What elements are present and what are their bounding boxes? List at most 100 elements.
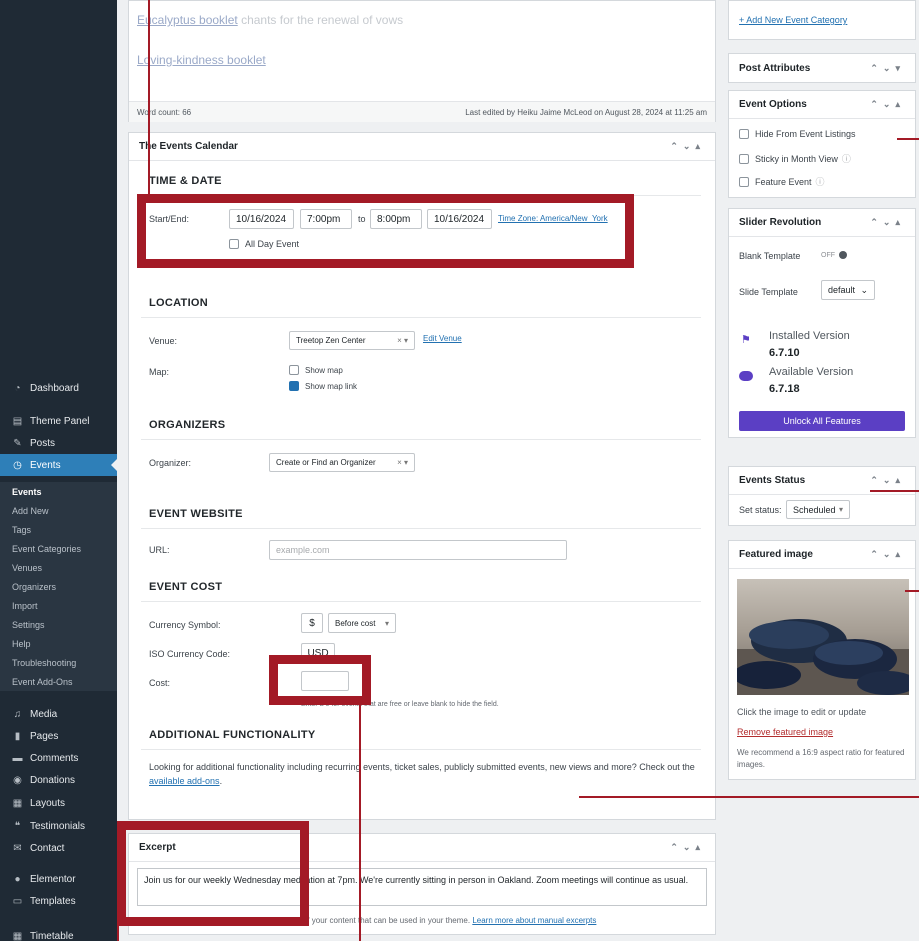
slide-template-select[interactable]: default ⌄ [821,280,875,300]
sidebar-item-pages[interactable]: ▮ Pages [0,725,117,747]
currency-symbol-label: Currency Symbol: [149,620,221,630]
help-icon[interactable]: ⓘ [842,152,851,165]
time-date-heading: TIME & DATE [149,175,222,187]
sidebar-item-comments[interactable]: ▬ Comments [0,747,117,769]
submenu-event-add-ons[interactable]: Event Add-Ons [0,672,117,691]
box-controls[interactable]: ⌃⌄▴ [870,475,905,486]
sidebar-item-timetable[interactable]: ▦ Timetable [0,925,117,941]
submenu-organizers[interactable]: Organizers [0,577,117,596]
dashboard-icon: ◔ [14,382,21,394]
unlock-features-button[interactable]: Unlock All Features [739,411,905,431]
toggle-knob [839,251,847,259]
currency-position-select[interactable]: Before cost ▾ [328,613,396,633]
annotation-box-time-date [137,194,634,268]
box-controls[interactable]: ⌃⌄▾ [870,63,905,74]
hide-from-listings-checkbox[interactable]: Hide From Event Listings [739,129,856,139]
sidebar-item-testimonials[interactable]: ❝ Testimonials [0,815,117,837]
sidebar-item-posts[interactable]: ✎ Posts [0,432,117,454]
sidebar-item-templates[interactable]: ▭ Templates [0,890,117,912]
submenu-help[interactable]: Help [0,634,117,653]
edit-venue-link[interactable]: Edit Venue [423,334,462,343]
help-icon[interactable]: ⓘ [816,175,825,188]
annotation-line [905,590,919,592]
box-controls[interactable]: ⌃⌄▴ [670,141,705,152]
chevron-down-icon: ⌄ [860,284,868,295]
testimonials-icon: ❝ [14,820,21,832]
featured-image-box: Featured image ⌃⌄▴ Click the image to ed… [728,540,916,780]
loving-kindness-link[interactable]: Loving-kindness booklet [137,53,266,67]
sidebar-item-media[interactable]: ♫ Media [0,703,117,725]
elementor-icon: ● [14,873,21,885]
panel-icon: ▤ [12,415,23,427]
sidebar-item-theme-panel[interactable]: ▤ Theme Panel [0,410,117,432]
post-attributes-header[interactable]: Post Attributes ⌃⌄▾ [729,54,915,82]
submenu-import[interactable]: Import [0,596,117,615]
event-website-heading: EVENT WEBSITE [149,508,243,520]
url-input[interactable]: example.com [269,540,567,560]
events-submenu: Events Add New Tags Event Categories Ven… [0,482,117,691]
show-map-link-checkbox[interactable]: Show map link [289,381,357,391]
event-options-header[interactable]: Event Options ⌃⌄▴ [729,91,915,119]
manual-excerpts-link[interactable]: Learn more about manual excerpts [472,916,596,925]
box-controls[interactable]: ⌃⌄▴ [670,842,705,853]
last-edited: Last edited by Heiku Jaime McLeod on Aug… [465,107,707,117]
box-controls[interactable]: ⌃⌄▴ [870,549,905,560]
box-controls[interactable]: ⌃⌄▴ [870,99,905,110]
show-map-checkbox[interactable]: Show map [289,365,343,375]
sidebar-item-dashboard[interactable]: ◔ Dashboard [0,377,117,399]
eucalyptus-link[interactable]: Eucalyptus booklet [137,13,238,27]
comments-icon: ▬ [12,752,23,764]
feature-event-checkbox[interactable]: Feature Event ⓘ [739,175,825,188]
organizer-select[interactable]: Create or Find an Organizer × ▾ [269,453,415,472]
clear-chevron-icon: × ▾ [397,336,408,345]
cost-label: Cost: [149,678,171,688]
submenu-add-new[interactable]: Add New [0,501,117,520]
divider [141,439,701,440]
submenu-settings[interactable]: Settings [0,615,117,634]
word-count: Word count: 66 [137,107,192,117]
events-calendar-header[interactable]: The Events Calendar ⌃⌄▴ [129,133,715,161]
sidebar-item-elementor[interactable]: ● Elementor [0,868,117,890]
sticky-month-view-checkbox[interactable]: Sticky in Month View ⓘ [739,152,851,165]
remove-featured-image-link[interactable]: Remove featured image [737,727,833,737]
box-controls[interactable]: ⌃⌄▴ [870,217,905,228]
editor-status-bar: Word count: 66 Last edited by Heiku Jaim… [129,101,715,122]
annotation-line [897,138,919,140]
cloud-download-icon [739,371,753,381]
add-event-category-link[interactable]: + Add New Event Category [739,15,847,25]
available-addons-link[interactable]: available add-ons [149,776,220,786]
submenu-troubleshooting[interactable]: Troubleshooting [0,653,117,672]
chevron-down-icon: ▾ [838,505,843,514]
venue-label: Venue: [149,336,178,346]
sidebar-item-layouts[interactable]: ▦ Layouts [0,792,117,814]
featured-edit-hint: Click the image to edit or update [737,707,867,717]
slider-revolution-header[interactable]: Slider Revolution ⌃⌄▴ [729,209,915,237]
submenu-event-categories[interactable]: Event Categories [0,539,117,558]
donations-icon: ◉ [13,774,22,786]
featured-image-header[interactable]: Featured image ⌃⌄▴ [729,541,915,569]
venue-select[interactable]: Treetop Zen Center × ▾ [289,331,415,350]
set-status-label: Set status: [739,505,782,515]
pin-icon: ✎ [13,437,22,449]
admin-sidebar: ◔ Dashboard ▤ Theme Panel ✎ Posts ◷ Events E… [0,0,117,941]
annotation-line [359,704,361,941]
annotation-line [870,490,919,492]
currency-symbol-input[interactable]: $ [301,613,323,633]
featured-image-thumbnail[interactable] [737,579,909,695]
sidebar-item-donations[interactable]: ◉ Donations [0,769,117,791]
submenu-events[interactable]: Events [0,482,117,501]
submenu-venues[interactable]: Venues [0,558,117,577]
sidebar-item-contact[interactable]: ✉ Contact [0,837,117,859]
content-editor[interactable]: Eucalyptus booklet chants for the renewa… [128,0,716,122]
blank-template-toggle[interactable]: OFF [821,248,853,262]
annotation-line [148,0,150,198]
events-icon: ◷ [13,459,22,471]
editor-line-2: Loving-kindness booklet [137,53,266,67]
aspect-ratio-note: We recommend a 16:9 aspect ratio for fea… [737,748,905,769]
map-label: Map: [149,367,170,377]
status-select[interactable]: Scheduled ▾ [786,500,850,519]
divider [141,317,701,318]
events-status-box: Events Status ⌃⌄▴ Set status: Scheduled ▾ [728,466,916,526]
submenu-tags[interactable]: Tags [0,520,117,539]
sidebar-item-events[interactable]: ◷ Events [0,454,117,476]
